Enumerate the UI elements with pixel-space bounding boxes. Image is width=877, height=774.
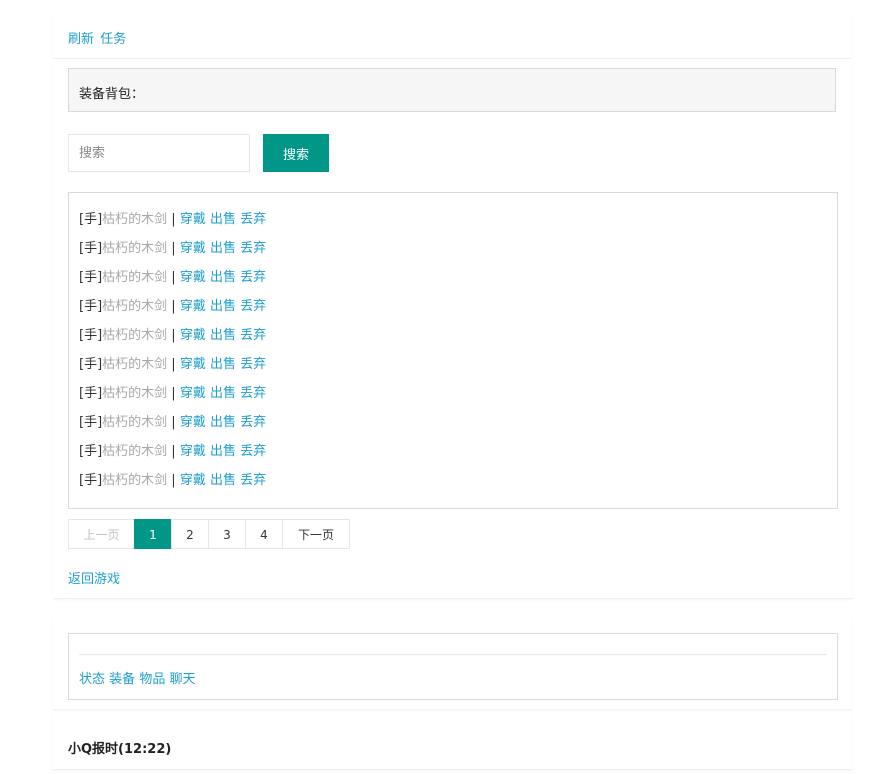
list-item: [手]枯朽的木剑 | 穿戴 出售 丢弃 [79, 413, 266, 433]
discard-link[interactable]: 丢弃 [240, 212, 266, 227]
list-item: [手]枯朽的木剑 | 穿戴 出售 丢弃 [79, 326, 266, 346]
wear-link[interactable]: 穿戴 [180, 386, 206, 401]
discard-link[interactable]: 丢弃 [240, 328, 266, 343]
bag-header: 装备背包： [68, 68, 836, 112]
time-report: 小Q报时(12:22) [68, 742, 172, 757]
bag-title: 装备背包： [79, 87, 145, 102]
item-name: 枯朽的木剑 [102, 415, 168, 430]
list-item: [手]枯朽的木剑 | 穿戴 出售 丢弃 [79, 268, 266, 288]
wear-link[interactable]: 穿戴 [180, 299, 206, 314]
sell-link[interactable]: 出售 [210, 270, 236, 285]
nav-chat-link[interactable]: 聊天 [169, 672, 195, 687]
item-separator: | [167, 241, 180, 256]
item-slot-label: [手] [79, 299, 103, 314]
sell-link[interactable]: 出售 [210, 357, 236, 372]
wear-link[interactable]: 穿戴 [180, 270, 206, 285]
item-separator: | [167, 270, 180, 285]
nav-equip-link[interactable]: 装备 [109, 672, 135, 687]
list-item: [手]枯朽的木剑 | 穿戴 出售 丢弃 [79, 239, 266, 259]
discard-link[interactable]: 丢弃 [240, 415, 266, 430]
item-name: 枯朽的木剑 [102, 241, 168, 256]
item-slot-label: [手] [79, 212, 103, 227]
page-3-button[interactable]: 3 [208, 519, 246, 549]
sell-link[interactable]: 出售 [210, 241, 236, 256]
nav-goods-link[interactable]: 物品 [139, 672, 165, 687]
list-item: [手]枯朽的木剑 | 穿戴 出售 丢弃 [79, 442, 266, 462]
bag-panel: 装备背包： 搜索 [手]枯朽的木剑 | 穿戴 出售 丢弃[手]枯朽的木剑 | 穿… [53, 59, 852, 599]
nav-links: 状态 装备 物品 聊天 [79, 668, 195, 687]
item-separator: | [167, 473, 180, 488]
list-item: [手]枯朽的木剑 | 穿戴 出售 丢弃 [79, 297, 266, 317]
sell-link[interactable]: 出售 [210, 444, 236, 459]
wear-link[interactable]: 穿戴 [180, 241, 206, 256]
item-slot-label: [手] [79, 473, 103, 488]
discard-link[interactable]: 丢弃 [240, 386, 266, 401]
item-name: 枯朽的木剑 [102, 357, 168, 372]
sell-link[interactable]: 出售 [210, 299, 236, 314]
sell-link[interactable]: 出售 [210, 212, 236, 227]
nav-box: 状态 装备 物品 聊天 [68, 633, 838, 700]
item-slot-label: [手] [79, 415, 103, 430]
item-name: 枯朽的木剑 [102, 270, 168, 285]
discard-link[interactable]: 丢弃 [240, 444, 266, 459]
task-link[interactable]: 任务 [100, 32, 126, 47]
pagination: 上一页 1 2 3 4 下一页 [68, 519, 350, 549]
item-separator: | [167, 444, 180, 459]
item-separator: | [167, 357, 180, 372]
list-item: [手]枯朽的木剑 | 穿戴 出售 丢弃 [79, 384, 266, 404]
item-separator: | [167, 386, 180, 401]
nav-divider [79, 654, 827, 655]
back-to-game-link[interactable]: 返回游戏 [68, 568, 120, 587]
item-name: 枯朽的木剑 [102, 386, 168, 401]
wear-link[interactable]: 穿戴 [180, 357, 206, 372]
item-separator: | [167, 299, 180, 314]
search-input[interactable] [68, 134, 250, 172]
discard-link[interactable]: 丢弃 [240, 357, 266, 372]
item-slot-label: [手] [79, 444, 103, 459]
item-slot-label: [手] [79, 241, 103, 256]
item-slot-label: [手] [79, 357, 103, 372]
page-2-button[interactable]: 2 [171, 519, 209, 549]
item-slot-label: [手] [79, 270, 103, 285]
item-separator: | [167, 415, 180, 430]
list-item: [手]枯朽的木剑 | 穿戴 出售 丢弃 [79, 210, 266, 230]
item-name: 枯朽的木剑 [102, 444, 168, 459]
discard-link[interactable]: 丢弃 [240, 473, 266, 488]
top-links: 刷新 任务 [68, 28, 128, 47]
item-name: 枯朽的木剑 [102, 473, 168, 488]
wear-link[interactable]: 穿戴 [180, 212, 206, 227]
discard-link[interactable]: 丢弃 [240, 241, 266, 256]
next-page-button[interactable]: 下一页 [282, 519, 350, 549]
discard-link[interactable]: 丢弃 [240, 270, 266, 285]
wear-link[interactable]: 穿戴 [180, 328, 206, 343]
report-panel: 小Q报时(12:22) [53, 712, 852, 770]
item-slot-label: [手] [79, 328, 103, 343]
item-name: 枯朽的木剑 [102, 328, 168, 343]
sell-link[interactable]: 出售 [210, 473, 236, 488]
search-button[interactable]: 搜索 [263, 134, 329, 172]
item-separator: | [167, 212, 180, 227]
sell-link[interactable]: 出售 [210, 415, 236, 430]
refresh-link[interactable]: 刷新 [68, 32, 94, 47]
wear-link[interactable]: 穿戴 [180, 415, 206, 430]
page-4-button[interactable]: 4 [245, 519, 283, 549]
list-item: [手]枯朽的木剑 | 穿戴 出售 丢弃 [79, 355, 266, 375]
wear-link[interactable]: 穿戴 [180, 473, 206, 488]
top-links-panel: 刷新 任务 [53, 14, 852, 59]
item-separator: | [167, 328, 180, 343]
list-item: [手]枯朽的木剑 | 穿戴 出售 丢弃 [79, 471, 266, 491]
discard-link[interactable]: 丢弃 [240, 299, 266, 314]
sell-link[interactable]: 出售 [210, 328, 236, 343]
sell-link[interactable]: 出售 [210, 386, 236, 401]
item-list: [手]枯朽的木剑 | 穿戴 出售 丢弃 [手]枯朽的木剑 | 穿戴 出售 丢弃 [手… [68, 192, 838, 509]
prev-page-button[interactable]: 上一页 [68, 519, 135, 549]
nav-status-link[interactable]: 状态 [79, 672, 105, 687]
item-name: 枯朽的木剑 [102, 212, 168, 227]
item-slot-label: [手] [79, 386, 103, 401]
item-name: 枯朽的木剑 [102, 299, 168, 314]
page-1-button[interactable]: 1 [134, 519, 172, 549]
wear-link[interactable]: 穿戴 [180, 444, 206, 459]
nav-panel: 状态 装备 物品 聊天 [53, 617, 852, 710]
